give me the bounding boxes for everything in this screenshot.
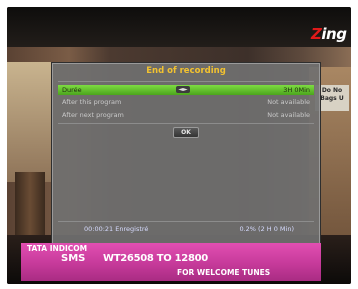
channel-logo-rest: ing [321,25,347,43]
channel-logo: Zing [311,25,347,47]
option-value: Not available [267,111,310,119]
ad-sms: SMS [61,253,86,264]
scene-window [7,62,53,182]
option-value: 3H 0Min [283,86,310,94]
channel-logo-accent: Z [311,25,322,43]
option-label: After next program [62,111,124,119]
recording-progress: 0.2% (2 H 0 Min) [239,225,294,233]
recording-status: 00:00:21 Enregistré 0.2% (2 H 0 Min) [58,223,314,235]
divider [58,81,314,82]
ok-button[interactable]: OK [173,127,199,138]
option-after-next-program[interactable]: After next program Not available [58,110,314,120]
option-label: Durée [62,86,82,94]
option-label: After this program [62,98,122,106]
divider [58,221,314,222]
advertisement-band: TATA INDICOM SMS WT26508 TO 12800 FOR WE… [21,243,321,281]
option-duration[interactable]: Durée ◄► 3H 0Min [58,85,314,95]
elapsed-time: 00:00:21 Enregistré [84,225,149,233]
ad-brand: TATA INDICOM [27,244,88,253]
option-after-this-program[interactable]: After this program Not available [58,97,314,107]
end-of-recording-dialog: End of recording Durée ◄► 3H 0Min After … [51,62,321,246]
dialog-title: End of recording [146,66,226,76]
option-value: Not available [267,98,310,106]
tv-screen: Do No Bags U Zing End of recording Durée… [7,7,351,284]
divider [58,123,314,124]
scene-stool [15,172,45,242]
adjust-arrows-icon[interactable]: ◄► [176,86,190,93]
scene-top [7,7,351,51]
ad-tagline: FOR WELCOME TUNES [177,268,271,277]
ad-code: WT26508 TO 12800 [103,253,208,264]
